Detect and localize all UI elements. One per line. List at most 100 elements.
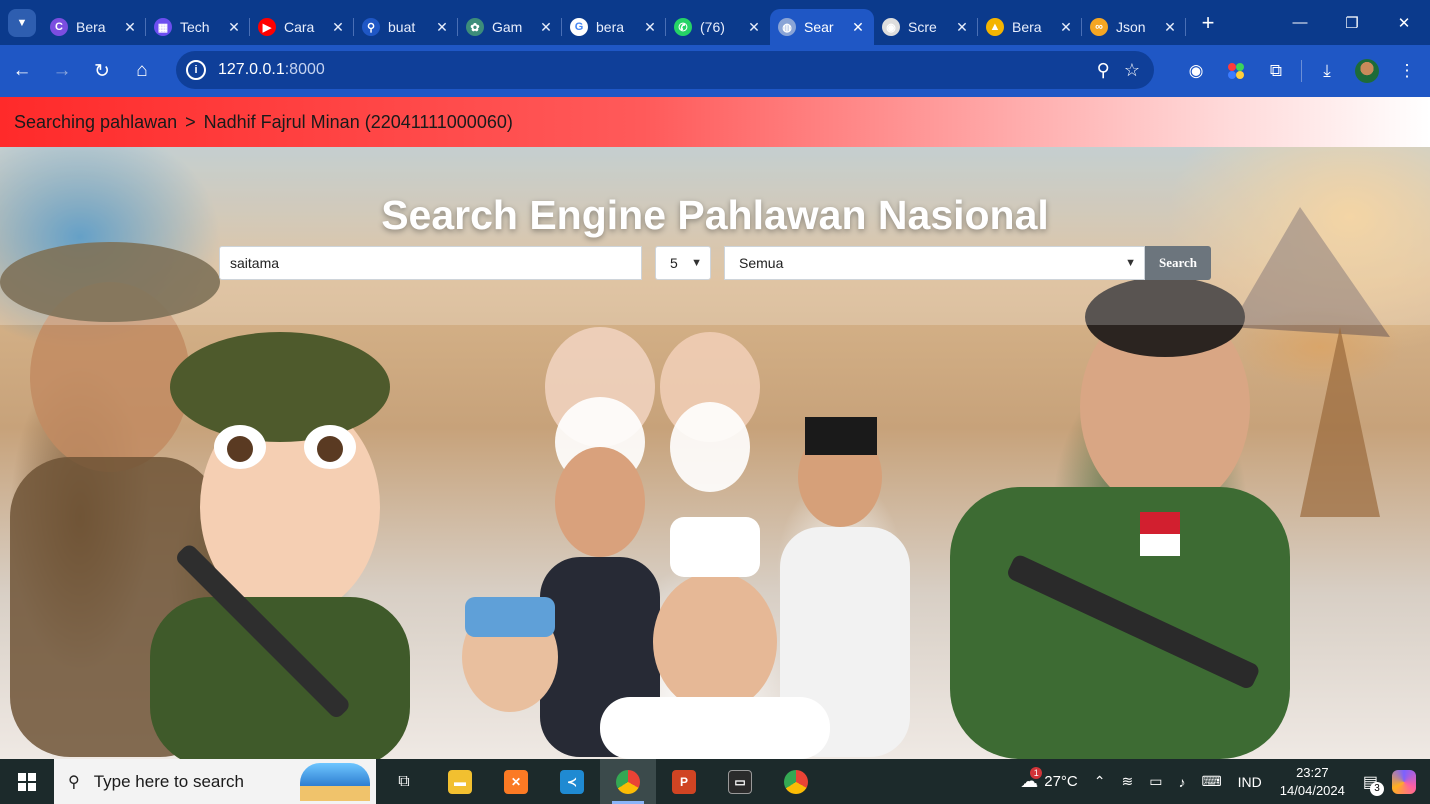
chevron-down-icon: ▼ <box>1125 257 1136 269</box>
peci-man-face <box>798 427 882 527</box>
url-host: 127.0.0.1 <box>218 61 285 78</box>
breadcrumb-root[interactable]: Searching pahlawan <box>14 112 177 133</box>
close-window-button[interactable]: ✕ <box>1378 0 1430 45</box>
tab-list: C Bera ✕ ▦ Tech ✕ ▶ Cara ✕ ⚲ buat ✕ ✿ Gam ✕ Gbera ✕ ✆ (76)… <box>42 0 1186 45</box>
browser-tab[interactable]: ◍ Sear ✕ <box>770 9 874 45</box>
keyboard-icon[interactable]: ⌨ <box>1201 773 1221 790</box>
tab-close-icon[interactable]: ✕ <box>850 19 866 36</box>
downloads-button[interactable]: ⤓ <box>1312 56 1342 86</box>
tab-close-icon[interactable]: ✕ <box>538 19 554 36</box>
flag-patch-red <box>1140 512 1180 534</box>
officer-uniform <box>10 457 220 757</box>
browser-tab[interactable]: ▦ Tech ✕ <box>146 9 250 45</box>
screenshot-extension-button[interactable]: ◉ <box>1181 56 1211 86</box>
taskbar-search-box[interactable]: ⚲ Type here to search <box>54 759 376 804</box>
wifi-icon[interactable]: ≋ <box>1121 773 1133 790</box>
browser-tab[interactable]: ▶ Cara ✕ <box>250 9 354 45</box>
search-button[interactable]: Search <box>1145 246 1211 280</box>
battery-icon[interactable]: ▭ <box>1149 773 1162 790</box>
minimize-button[interactable]: — <box>1274 0 1326 45</box>
weather-temp: 27°C <box>1044 773 1078 790</box>
menu-button[interactable]: ⋮ <box>1392 56 1422 86</box>
infinity-icon: ∞ <box>1090 18 1108 36</box>
chrome-profile-button[interactable] <box>768 759 824 804</box>
tab-close-icon[interactable]: ✕ <box>122 19 138 36</box>
extensions-button[interactable]: ⧉ <box>1261 56 1291 86</box>
forward-button[interactable]: → <box>44 53 80 89</box>
chevron-down-icon: ▼ <box>16 16 28 29</box>
clock[interactable]: 23:27 14/04/2024 <box>1280 764 1345 800</box>
tab-close-icon[interactable]: ✕ <box>642 19 658 36</box>
browser-tab[interactable]: ⚲ buat ✕ <box>354 9 458 45</box>
file-explorer-button[interactable]: ▬ <box>432 759 488 804</box>
restore-button[interactable]: ❐ <box>1326 0 1378 45</box>
tab-close-icon[interactable]: ✕ <box>954 19 970 36</box>
browser-tab[interactable]: ◉ Scre ✕ <box>874 9 978 45</box>
tab-search-button[interactable]: ▼ <box>8 8 36 37</box>
bookmark-star-icon[interactable]: ☆ <box>1124 60 1140 81</box>
result-count-select[interactable]: 5 ▼ <box>655 246 711 280</box>
notification-icon[interactable]: ▤ 3 <box>1363 772 1384 796</box>
reload-button[interactable]: ↻ <box>84 53 120 89</box>
search-input[interactable] <box>219 246 642 280</box>
tab-close-icon[interactable]: ✕ <box>330 19 346 36</box>
browser-tab[interactable]: Gbera ✕ <box>562 9 666 45</box>
browser-tab[interactable]: ▲ Bera ✕ <box>978 9 1082 45</box>
xampp-icon: ✕ <box>504 769 528 794</box>
chrome-button[interactable] <box>600 759 656 804</box>
volume-icon[interactable]: ♪ <box>1178 774 1185 790</box>
copilot-icon[interactable] <box>1392 769 1416 794</box>
powerpoint-button[interactable]: P <box>656 759 712 804</box>
elder-face-left <box>545 327 655 447</box>
tab-close-icon[interactable]: ✕ <box>1162 19 1178 36</box>
vscode-icon: ≺ <box>560 769 584 794</box>
zoom-icon[interactable]: ⚲ <box>1097 60 1110 81</box>
start-button[interactable] <box>0 759 54 804</box>
taskbar-search-placeholder: Type here to search <box>93 771 244 791</box>
soldier-face <box>1080 302 1250 512</box>
powerpoint-icon: P <box>672 769 696 794</box>
close-icon: ✕ <box>1397 14 1411 32</box>
tab-close-icon[interactable]: ✕ <box>1058 19 1074 36</box>
profile-button[interactable] <box>1352 56 1382 86</box>
chevron-up-icon[interactable]: ⌃ <box>1094 773 1106 790</box>
search-highlight-image <box>300 763 370 801</box>
xampp-button[interactable]: ✕ <box>488 759 544 804</box>
tab-close-icon[interactable]: ✕ <box>434 19 450 36</box>
new-tab-button[interactable]: + <box>1196 10 1220 36</box>
tab-title: buat <box>388 19 416 35</box>
browser-tab[interactable]: ∞ Json ✕ <box>1082 9 1186 45</box>
tab-close-icon[interactable]: ✕ <box>226 19 242 36</box>
camera-icon: ◉ <box>882 18 900 36</box>
woman-beret <box>170 332 390 442</box>
browser-tab[interactable]: ✿ Gam ✕ <box>458 9 562 45</box>
category-value: Semua <box>739 255 784 271</box>
weather-widget[interactable]: ☁ 1 27°C <box>1020 767 1078 792</box>
color-extension-button[interactable] <box>1221 56 1251 86</box>
terminal-button[interactable]: ▭ <box>712 759 768 804</box>
browser-tab[interactable]: ✆ (76) ✕ <box>666 9 770 45</box>
url-text[interactable]: 127.0.0.1:8000 <box>218 61 325 79</box>
back-button[interactable]: ← <box>4 53 40 89</box>
home-button[interactable]: ⌂ <box>124 53 160 89</box>
language-indicator[interactable]: IND <box>1238 774 1262 790</box>
site-info-icon[interactable]: i <box>186 60 206 80</box>
address-bar[interactable]: i 127.0.0.1:8000 ⚲ ☆ <box>176 51 1154 89</box>
temple-shape <box>1300 327 1380 517</box>
tab-title: Sear <box>804 19 834 35</box>
woman-rifle <box>177 545 349 718</box>
breadcrumb-author: Nadhif Fajrul Minan (22041111000060) <box>203 111 513 132</box>
browser-tab[interactable]: C Bera ✕ <box>42 9 146 45</box>
tab-title: Bera <box>1012 19 1042 35</box>
soldier-rifle <box>1008 555 1259 689</box>
woman-eye-left <box>214 425 266 469</box>
category-select[interactable]: Semua ▼ <box>724 246 1145 280</box>
woman-uniform <box>150 597 410 759</box>
weather-cloud-icon: ☁ 1 <box>1020 767 1043 792</box>
vscode-button[interactable]: ≺ <box>544 759 600 804</box>
peci-man-suit <box>780 527 910 757</box>
cleric-cap <box>670 517 760 577</box>
tab-close-icon[interactable]: ✕ <box>746 19 762 36</box>
plus-icon: + <box>1201 9 1215 35</box>
task-view-button[interactable]: ⧉ <box>376 759 432 804</box>
